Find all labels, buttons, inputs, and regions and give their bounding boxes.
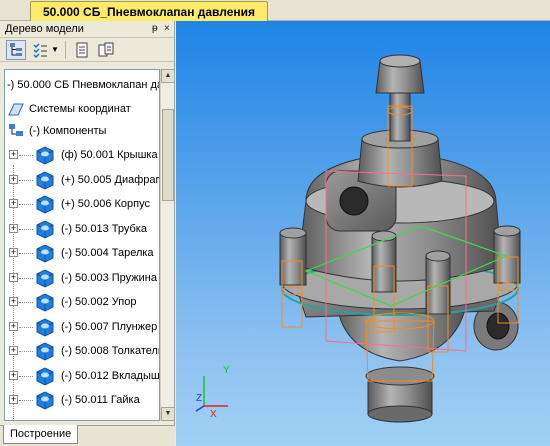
expand-icon[interactable]: + (9, 248, 18, 257)
expand-icon[interactable]: + (9, 395, 18, 404)
tree-item-component[interactable]: + (-) 50.012 Вкладыш (9, 366, 160, 386)
cover-hole (339, 186, 369, 216)
tree-line (19, 302, 33, 303)
pin-icon[interactable]: ᵽ (152, 23, 158, 34)
expand-icon[interactable]: + (9, 199, 18, 208)
tree-line (19, 400, 33, 401)
tree-item-component[interactable]: + (ф) 50.001 Крышка (9, 145, 159, 165)
tree-line (19, 179, 33, 181)
expand-icon[interactable]: + (9, 174, 18, 184)
expand-icon[interactable]: + (9, 321, 18, 331)
tree-item-label: (-) 50.003 Пружина (61, 271, 157, 284)
part-icon (36, 268, 54, 288)
chevron-down-icon[interactable]: ▼ (51, 45, 59, 54)
tree-item-label: (-) Компоненты (29, 125, 107, 137)
3d-viewport[interactable]: Y X Z (176, 21, 550, 446)
tree-item-components[interactable]: (-) Компоненты (7, 121, 159, 141)
tree-item-component[interactable]: + (-) 50.011 Гайка (9, 390, 159, 410)
tree-line (19, 351, 33, 352)
axis-label-y: Y (223, 365, 230, 376)
tree-line (19, 253, 33, 254)
tree-line (19, 155, 33, 156)
tree-line (19, 204, 33, 205)
part-icon (36, 366, 54, 386)
expand-icon[interactable]: + (9, 150, 18, 159)
components-tree-icon (9, 124, 23, 136)
document-icon[interactable] (72, 40, 92, 60)
tree-item-component[interactable]: + (-) 50.013 Трубка (9, 219, 159, 239)
part-icon (36, 170, 54, 190)
expand-icon[interactable]: + (9, 297, 18, 306)
checklist-dropdown-icon[interactable] (30, 40, 50, 60)
document-copy-icon[interactable] (96, 40, 116, 60)
tree-item-component[interactable]: + (+) 50.005 Диафрагма (9, 170, 160, 190)
tree-line (19, 228, 33, 230)
bottom-tab-strip: Построение (0, 425, 175, 446)
part-icon (36, 244, 54, 263)
tree-toolbar: ▼ (0, 38, 174, 62)
valve-assembly-model: Y X Z (195, 54, 521, 423)
part-icon (36, 391, 54, 410)
panel-title: Дерево модели (5, 23, 84, 35)
model-tree-panel: Дерево модели ᵽ × ▼ -) 50.000 СБ Пневмок… (0, 21, 175, 425)
tree-item-label: (-) 50.004 Тарелка (61, 247, 154, 259)
tree-item-coordinate-systems[interactable]: Системы координат (7, 99, 159, 119)
tree-item-component[interactable]: + (-) 50.003 Пружина (9, 268, 159, 288)
tree-item-label: Системы координат (29, 103, 131, 115)
tree-item-component[interactable]: + (-) 50.002 Упор (9, 292, 159, 312)
scroll-down-icon[interactable]: ▼ (161, 407, 175, 421)
tree-item-component[interactable]: + (-) 50.007 Плунжер (9, 317, 159, 337)
part-icon (36, 219, 54, 239)
close-icon[interactable]: × (164, 23, 170, 34)
tree-item-label: (ф) 50.001 Крышка (61, 149, 158, 161)
panel-header: Дерево модели ᵽ × (0, 21, 174, 38)
document-tab[interactable]: 50.000 СБ_Пневмоклапан давления (30, 1, 269, 22)
expand-icon[interactable]: + (9, 346, 18, 355)
tree-item-component[interactable]: + (-) 50.008 Толкатель (9, 341, 160, 361)
tree-item-label: (-) 50.011 Гайка (61, 394, 140, 406)
coordinate-system-icon (8, 103, 24, 116)
scroll-thumb[interactable] (162, 109, 174, 201)
tree-item-label: (+) 50.006 Корпус (61, 198, 150, 210)
tree-root[interactable]: -) 50.000 СБ Пневмоклапан давления (7, 75, 159, 95)
part-icon (36, 146, 54, 165)
tree-item-label: (-) 50.013 Трубка (61, 222, 147, 235)
axis-label-x: X (210, 409, 217, 420)
tree-root-label: -) 50.000 СБ Пневмоклапан давления (7, 79, 159, 91)
part-icon (36, 195, 54, 214)
scroll-up-icon[interactable]: ▲ (161, 69, 175, 83)
expand-icon[interactable]: + (9, 272, 18, 282)
axis-label-z: Z (196, 393, 202, 404)
tree-item-label: (-) 50.002 Упор (61, 296, 137, 308)
tree-item-label: (-) 50.007 Плунжер (61, 320, 158, 333)
part-icon (36, 342, 54, 361)
expand-icon[interactable]: + (9, 370, 18, 380)
tree-line (19, 326, 33, 328)
stem (389, 90, 411, 142)
tab-construction[interactable]: Построение (3, 425, 79, 444)
tree-item-label: (-) 50.012 Вкладыш (61, 369, 160, 382)
tree-line (19, 375, 33, 377)
tree-item-component[interactable]: + (+) 50.006 Корпус (9, 194, 159, 214)
tree-line (19, 277, 33, 279)
tree-scrollbar[interactable]: ▲ ▼ (160, 69, 175, 421)
part-icon (36, 293, 54, 312)
axis-triad: Y X Z (195, 365, 230, 420)
toolbar-separator (64, 40, 66, 59)
tree-item-component[interactable]: + (-) 50.004 Тарелка (9, 243, 159, 263)
tree-item-label: (+) 50.005 Диафрагма (61, 173, 160, 186)
part-icon (36, 317, 54, 337)
tree-structure-icon[interactable] (6, 39, 26, 60)
expand-icon[interactable]: + (9, 223, 18, 233)
tree-item-label: (-) 50.008 Толкатель (61, 345, 160, 357)
model-tree: -) 50.000 СБ Пневмоклапан давления Систе… (4, 69, 160, 421)
document-tab-strip: 50.000 СБ_Пневмоклапан давления (0, 0, 550, 22)
